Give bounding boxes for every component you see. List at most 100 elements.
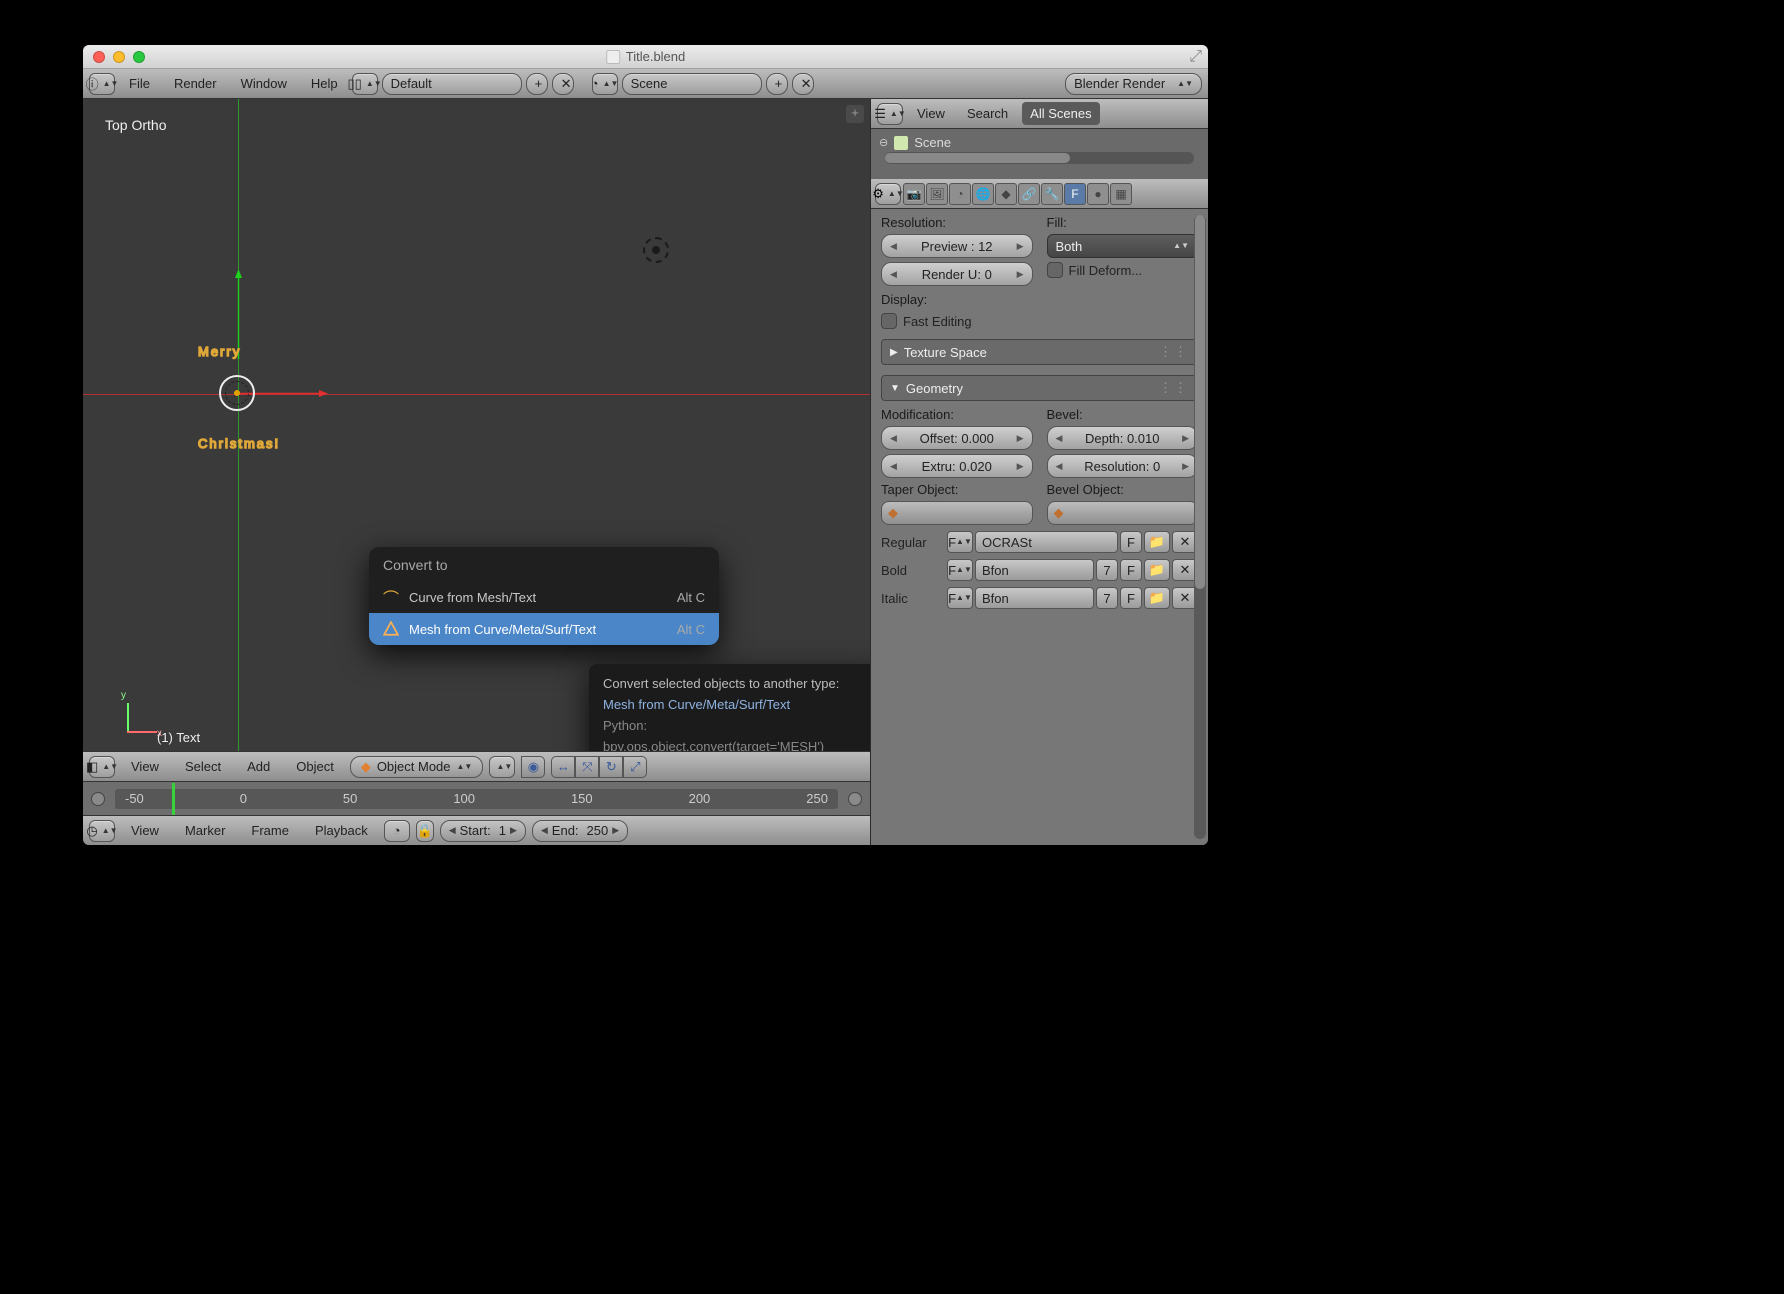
scene-icon[interactable]: ◔▲▼ <box>592 73 618 95</box>
tab-modifiers[interactable]: 🔧 <box>1041 183 1063 205</box>
manipulator-scale[interactable]: ⤢ <box>623 756 647 778</box>
font-name-italic[interactable]: Bfon <box>975 587 1094 609</box>
offset-field[interactable]: ◀Offset: 0.000▶ <box>881 426 1033 450</box>
tab-texture[interactable]: ▦ <box>1110 183 1132 205</box>
mode-select[interactable]: ◆ Object Mode ▲▼ <box>350 756 484 778</box>
bevel-object-select[interactable]: ◆ <box>1047 501 1199 525</box>
lock-icon[interactable]: 🔒 <box>416 820 434 842</box>
fill-deformed-checkbox[interactable]: Fill Deform... <box>1047 262 1199 278</box>
disclosure-icon[interactable]: ⊖ <box>879 136 888 149</box>
convert-to-curve-item[interactable]: ⌒ Curve from Mesh/Text Alt C <box>369 581 719 613</box>
font-open-bold[interactable]: 📁 <box>1144 559 1170 581</box>
properties-body[interactable]: Resolution: ◀Preview : 12▶ ◀Render U: 0▶… <box>871 209 1208 845</box>
scene-data-icon <box>894 136 908 150</box>
render-resolution-field[interactable]: ◀Render U: 0▶ <box>881 262 1033 286</box>
manipulator-translate[interactable]: ⤧ <box>575 756 599 778</box>
fast-editing-checkbox[interactable]: Fast Editing <box>881 313 1198 329</box>
view3d-menu-select[interactable]: Select <box>175 755 231 778</box>
lamp-object[interactable] <box>643 237 669 263</box>
outliner-row-scene[interactable]: ⊖ Scene <box>879 133 1200 152</box>
text-object[interactable]: Merry Christmas! <box>198 289 280 474</box>
outliner-scrollbar[interactable] <box>885 152 1194 164</box>
view3d-header: ◧▲▼ View Select Add Object ◆ Object Mode… <box>83 751 870 781</box>
tab-world[interactable]: 🌐 <box>972 183 994 205</box>
timeline-menu-playback[interactable]: Playback <box>305 819 378 842</box>
menu-render[interactable]: Render <box>164 72 227 95</box>
font-browse-bold[interactable]: F▲▼ <box>947 559 973 581</box>
extrude-field[interactable]: ◀Extru: 0.020▶ <box>881 454 1033 478</box>
panel-geometry[interactable]: ▼Geometry⋮⋮ <box>881 375 1198 401</box>
panel-texture-space[interactable]: ▶Texture Space⋮⋮ <box>881 339 1198 365</box>
fullscreen-icon[interactable]: ⤢ <box>1189 48 1202 66</box>
font-browse-regular[interactable]: F▲▼ <box>947 531 973 553</box>
convert-to-mesh-item[interactable]: Mesh from Curve/Meta/Surf/Text Alt C <box>369 613 719 645</box>
timeline-menu-frame[interactable]: Frame <box>241 819 299 842</box>
timeline-menu-view[interactable]: View <box>121 819 169 842</box>
editor-type-timeline[interactable]: ◷▲▼ <box>89 820 115 842</box>
font-open-italic[interactable]: 📁 <box>1144 587 1170 609</box>
tab-render[interactable]: 📷 <box>903 183 925 205</box>
tab-data-font[interactable]: F <box>1064 183 1086 205</box>
menu-help[interactable]: Help <box>301 72 348 95</box>
add-screen-layout[interactable]: + <box>526 73 548 95</box>
minimize-window-button[interactable] <box>113 51 125 63</box>
font-users-italic[interactable]: 7 <box>1096 587 1118 609</box>
editor-type-properties[interactable]: ⚙▲▼ <box>875 183 901 205</box>
add-scene[interactable]: + <box>766 73 788 95</box>
screen-layout-select[interactable]: Default <box>382 73 522 95</box>
manipulator-toggle[interactable]: ↔ <box>551 756 575 778</box>
autokey-toggle[interactable]: ◔ <box>384 820 410 842</box>
font-name-bold[interactable]: Bfon <box>975 559 1094 581</box>
end-frame-field[interactable]: ◀ End: 250 ▶ <box>532 820 628 842</box>
close-window-button[interactable] <box>93 51 105 63</box>
editor-type-view3d[interactable]: ◧▲▼ <box>89 756 115 778</box>
tab-object[interactable]: ◆ <box>995 183 1017 205</box>
editor-type-info[interactable]: ⓘ▲▼ <box>89 73 115 95</box>
pivot-median[interactable]: ◉ <box>521 756 545 778</box>
font-name-regular[interactable]: OCRASt <box>975 531 1118 553</box>
bevel-resolution-field[interactable]: ◀Resolution: 0▶ <box>1047 454 1199 478</box>
font-f-italic[interactable]: F <box>1120 587 1142 609</box>
timeline-region[interactable]: -50 0 50 100 150 200 250 <box>83 781 870 815</box>
region-split-handle[interactable]: + <box>846 105 864 123</box>
timeline-track[interactable]: -50 0 50 100 150 200 250 <box>115 789 838 809</box>
outliner-body[interactable]: ⊖ Scene <box>871 129 1208 179</box>
menu-window[interactable]: Window <box>231 72 297 95</box>
tab-scene[interactable]: ◔ <box>949 183 971 205</box>
zoom-window-button[interactable] <box>133 51 145 63</box>
font-browse-italic[interactable]: F▲▼ <box>947 587 973 609</box>
delete-scene[interactable]: ✕ <box>792 73 814 95</box>
font-f-regular[interactable]: F <box>1120 531 1142 553</box>
view3d-menu-add[interactable]: Add <box>237 755 280 778</box>
editor-type-outliner[interactable]: ☰▲▼ <box>877 103 903 125</box>
scene-select[interactable]: Scene <box>622 73 762 95</box>
delete-screen-layout[interactable]: ✕ <box>552 73 574 95</box>
font-f-bold[interactable]: F <box>1120 559 1142 581</box>
screen-layout-icon[interactable]: ▯▯▲▼ <box>352 73 378 95</box>
tab-material[interactable]: ● <box>1087 183 1109 205</box>
taper-object-select[interactable]: ◆ <box>881 501 1033 525</box>
3d-viewport[interactable]: Top Ortho + Merry Christmas! y x (1) Tex… <box>83 99 870 751</box>
shading-select[interactable]: ▲▼ <box>489 756 515 778</box>
menu-file[interactable]: File <box>119 72 160 95</box>
tab-constraints[interactable]: 🔗 <box>1018 183 1040 205</box>
properties-scrollbar[interactable] <box>1194 215 1206 839</box>
outliner-display-mode[interactable]: All Scenes <box>1022 102 1099 125</box>
view3d-menu-view[interactable]: View <box>121 755 169 778</box>
tab-render-layers[interactable]: 🖼 <box>926 183 948 205</box>
preview-resolution-field[interactable]: ◀Preview : 12▶ <box>881 234 1033 258</box>
timeline-scroll-right[interactable] <box>848 792 862 806</box>
convert-to-title: Convert to <box>369 547 719 581</box>
timeline-menu-marker[interactable]: Marker <box>175 819 235 842</box>
timeline-scroll-left[interactable] <box>91 792 105 806</box>
manipulator-rotate[interactable]: ↻ <box>599 756 623 778</box>
outliner-menu-search[interactable]: Search <box>959 102 1016 125</box>
font-open-regular[interactable]: 📁 <box>1144 531 1170 553</box>
font-users-bold[interactable]: 7 <box>1096 559 1118 581</box>
outliner-menu-view[interactable]: View <box>909 102 953 125</box>
bevel-depth-field[interactable]: ◀Depth: 0.010▶ <box>1047 426 1199 450</box>
start-frame-field[interactable]: ◀ Start: 1 ▶ <box>440 820 526 842</box>
view3d-menu-object[interactable]: Object <box>286 755 344 778</box>
render-engine-select[interactable]: Blender Render▲▼ <box>1065 73 1202 95</box>
fill-mode-select[interactable]: Both▲▼ <box>1047 234 1199 258</box>
